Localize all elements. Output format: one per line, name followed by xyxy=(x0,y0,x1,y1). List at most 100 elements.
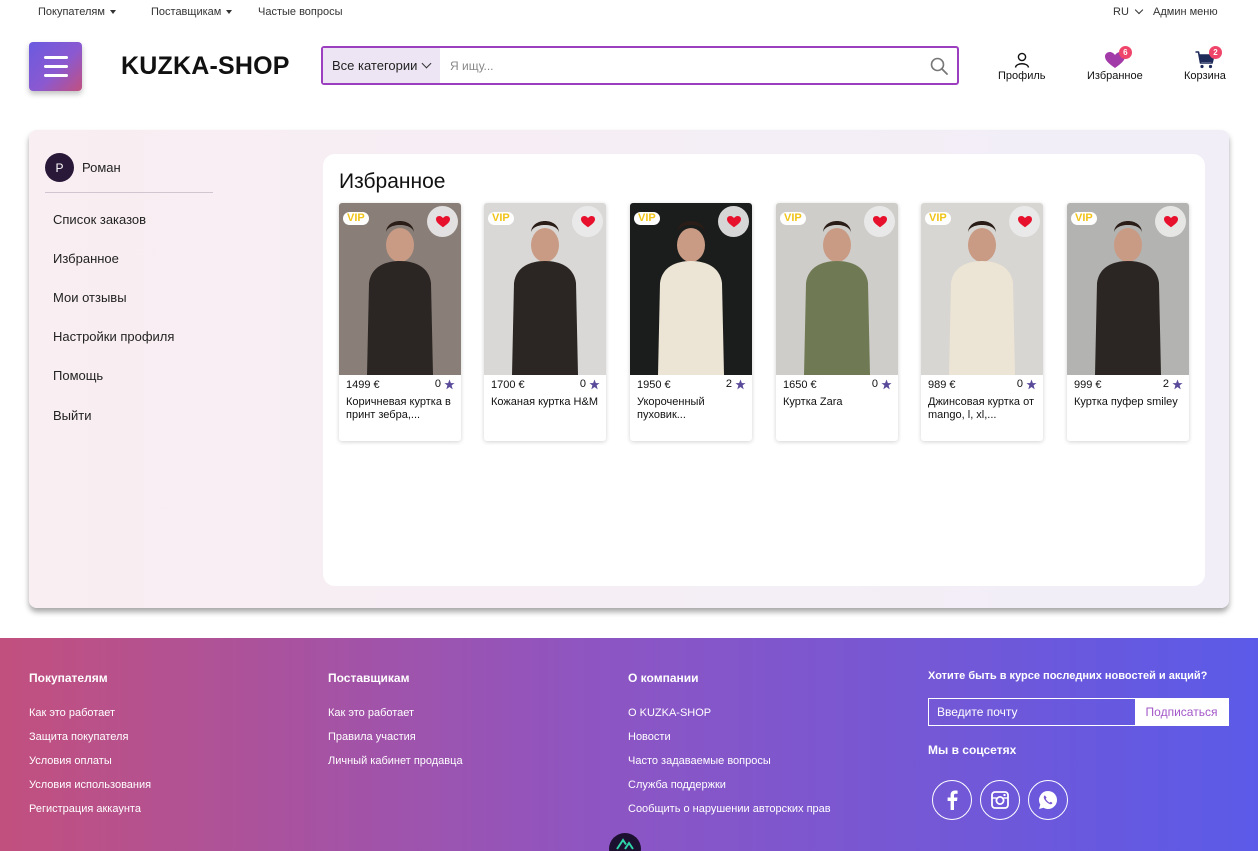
menu-button[interactable] xyxy=(29,42,82,91)
footer-link[interactable]: О KUZKA-SHOP xyxy=(628,707,831,731)
bottom-logo-icon xyxy=(609,833,641,851)
social-title: Мы в соцсетях xyxy=(928,743,1017,757)
remove-favorite-button[interactable] xyxy=(1155,206,1186,237)
star-icon xyxy=(589,378,600,389)
product-price: 1650 € xyxy=(783,379,817,391)
caret-down-icon xyxy=(226,10,233,14)
favorites-label: Избранное xyxy=(1087,70,1143,82)
footer-link[interactable]: Новости xyxy=(628,731,831,755)
cart-icon: 2 xyxy=(1194,46,1222,70)
footer-col-company: О компании О KUZKA-SHOP Новости Часто за… xyxy=(628,671,831,827)
footer: Покупателям Как это работает Защита поку… xyxy=(0,638,1258,851)
product-card[interactable]: VIP 999 € 2 Куртка пуфер smiley xyxy=(1067,203,1189,441)
footer-col-suppliers: Поставщикам Как это работает Правила уча… xyxy=(328,671,463,779)
subscribe-form: Подписаться xyxy=(928,698,1229,726)
product-card[interactable]: VIP 1700 € 0 Кожаная куртка H&M xyxy=(484,203,606,441)
product-image[interactable]: VIP xyxy=(484,203,606,375)
remove-favorite-button[interactable] xyxy=(718,206,749,237)
product-name[interactable]: Куртка пуфер smiley xyxy=(1074,396,1184,409)
footer-col-buyers: Покупателям Как это работает Защита поку… xyxy=(29,671,151,827)
page-title: Избранное xyxy=(339,170,446,193)
language-select[interactable]: RU xyxy=(1113,5,1144,18)
search-bar: Все категории xyxy=(321,46,959,85)
product-meta: 1499 € 0 xyxy=(346,378,455,392)
sidebar-item-orders[interactable]: Список заказов xyxy=(53,212,146,227)
heart-icon xyxy=(1017,215,1032,227)
star-icon xyxy=(735,378,746,389)
footer-link[interactable]: Условия использования xyxy=(29,779,151,803)
product-image[interactable]: VIP xyxy=(1067,203,1189,375)
product-card[interactable]: VIP 1650 € 0 Куртка Zara xyxy=(776,203,898,441)
sidebar-item-profile-settings[interactable]: Настройки профиля xyxy=(53,329,174,344)
product-meta: 1950 € 2 xyxy=(637,378,746,392)
cart-link[interactable]: 2 Корзина xyxy=(1184,46,1226,82)
vip-badge: VIP xyxy=(925,212,951,225)
product-image[interactable]: VIP xyxy=(630,203,752,375)
buyers-menu[interactable]: Покупателям xyxy=(38,6,116,18)
product-name[interactable]: Укороченный пуховик... xyxy=(637,396,747,422)
subscribe-button[interactable]: Подписаться xyxy=(1135,699,1228,725)
product-card[interactable]: VIP 989 € 0 Джинсовая куртка от mango, l, x… xyxy=(921,203,1043,441)
sidebar-item-logout[interactable]: Выйти xyxy=(53,408,92,423)
site-logo[interactable]: KUZKA-SHOP xyxy=(121,52,290,81)
footer-link[interactable]: Регистрация аккаунта xyxy=(29,803,151,827)
footer-link[interactable]: Условия оплаты xyxy=(29,755,151,779)
cart-count-badge: 2 xyxy=(1208,46,1222,59)
footer-link[interactable]: Служба поддержки xyxy=(628,779,831,803)
search-input[interactable] xyxy=(440,48,921,83)
footer-link[interactable]: Личный кабинет продавца xyxy=(328,755,463,779)
footer-link[interactable]: Как это работает xyxy=(29,707,151,731)
sidebar-item-reviews[interactable]: Мои отзывы xyxy=(53,290,127,305)
footer-col-title: Поставщикам xyxy=(328,671,410,685)
admin-menu-link[interactable]: Админ меню xyxy=(1153,6,1218,18)
search-button[interactable] xyxy=(921,48,957,83)
sidebar-item-favorites[interactable]: Избранное xyxy=(53,251,119,266)
product-name[interactable]: Джинсовая куртка от mango, l, xl,... xyxy=(928,396,1038,422)
email-field[interactable] xyxy=(929,699,1135,725)
footer-link[interactable]: Часто задаваемые вопросы xyxy=(628,755,831,779)
product-name[interactable]: Куртка Zara xyxy=(783,396,893,409)
heart-icon xyxy=(726,215,741,227)
product-price: 989 € xyxy=(928,379,956,391)
product-image[interactable]: VIP xyxy=(339,203,461,375)
product-image[interactable]: VIP xyxy=(921,203,1043,375)
facebook-icon xyxy=(947,790,958,810)
whatsapp-link[interactable] xyxy=(1028,780,1068,820)
sidebar-item-help[interactable]: Помощь xyxy=(53,368,103,383)
user-icon xyxy=(1011,50,1033,70)
product-meta: 989 € 0 xyxy=(928,378,1037,392)
caret-down-icon xyxy=(109,10,116,14)
vip-badge: VIP xyxy=(1071,212,1097,225)
suppliers-menu[interactable]: Поставщикам xyxy=(151,6,233,18)
facebook-link[interactable] xyxy=(932,780,972,820)
vip-badge: VIP xyxy=(488,212,514,225)
remove-favorite-button[interactable] xyxy=(427,206,458,237)
product-price: 1950 € xyxy=(637,379,671,391)
footer-link[interactable]: Правила участия xyxy=(328,731,463,755)
footer-col-title: О компании xyxy=(628,671,699,685)
product-name[interactable]: Коричневая куртка в принт зебра,... xyxy=(346,396,456,422)
rating-value: 0 xyxy=(871,378,878,390)
rating-value: 0 xyxy=(1016,378,1023,390)
product-name[interactable]: Кожаная куртка H&M xyxy=(491,396,601,409)
heart-icon xyxy=(435,215,450,227)
heart-icon xyxy=(872,215,887,227)
category-select[interactable]: Все категории xyxy=(323,48,440,83)
footer-link[interactable]: Как это работает xyxy=(328,707,463,731)
rating-value: 0 xyxy=(434,378,441,390)
instagram-link[interactable] xyxy=(980,780,1020,820)
profile-link[interactable]: Профиль xyxy=(998,50,1046,82)
remove-favorite-button[interactable] xyxy=(572,206,603,237)
product-card[interactable]: VIP 1499 € 0 Коричневая куртка в принт зебр… xyxy=(339,203,461,441)
remove-favorite-button[interactable] xyxy=(864,206,895,237)
product-image[interactable]: VIP xyxy=(776,203,898,375)
footer-link[interactable]: Сообщить о нарушении авторских прав xyxy=(628,803,831,827)
footer-link[interactable]: Защита покупателя xyxy=(29,731,151,755)
faq-link[interactable]: Частые вопросы xyxy=(258,6,343,18)
favorites-link[interactable]: 6 Избранное xyxy=(1087,46,1143,82)
rating-value: 0 xyxy=(579,378,586,390)
buyers-menu-label: Покупателям xyxy=(38,6,105,18)
remove-favorite-button[interactable] xyxy=(1009,206,1040,237)
product-price: 1700 € xyxy=(491,379,525,391)
product-card[interactable]: VIP 1950 € 2 Укороченный пуховик... xyxy=(630,203,752,441)
